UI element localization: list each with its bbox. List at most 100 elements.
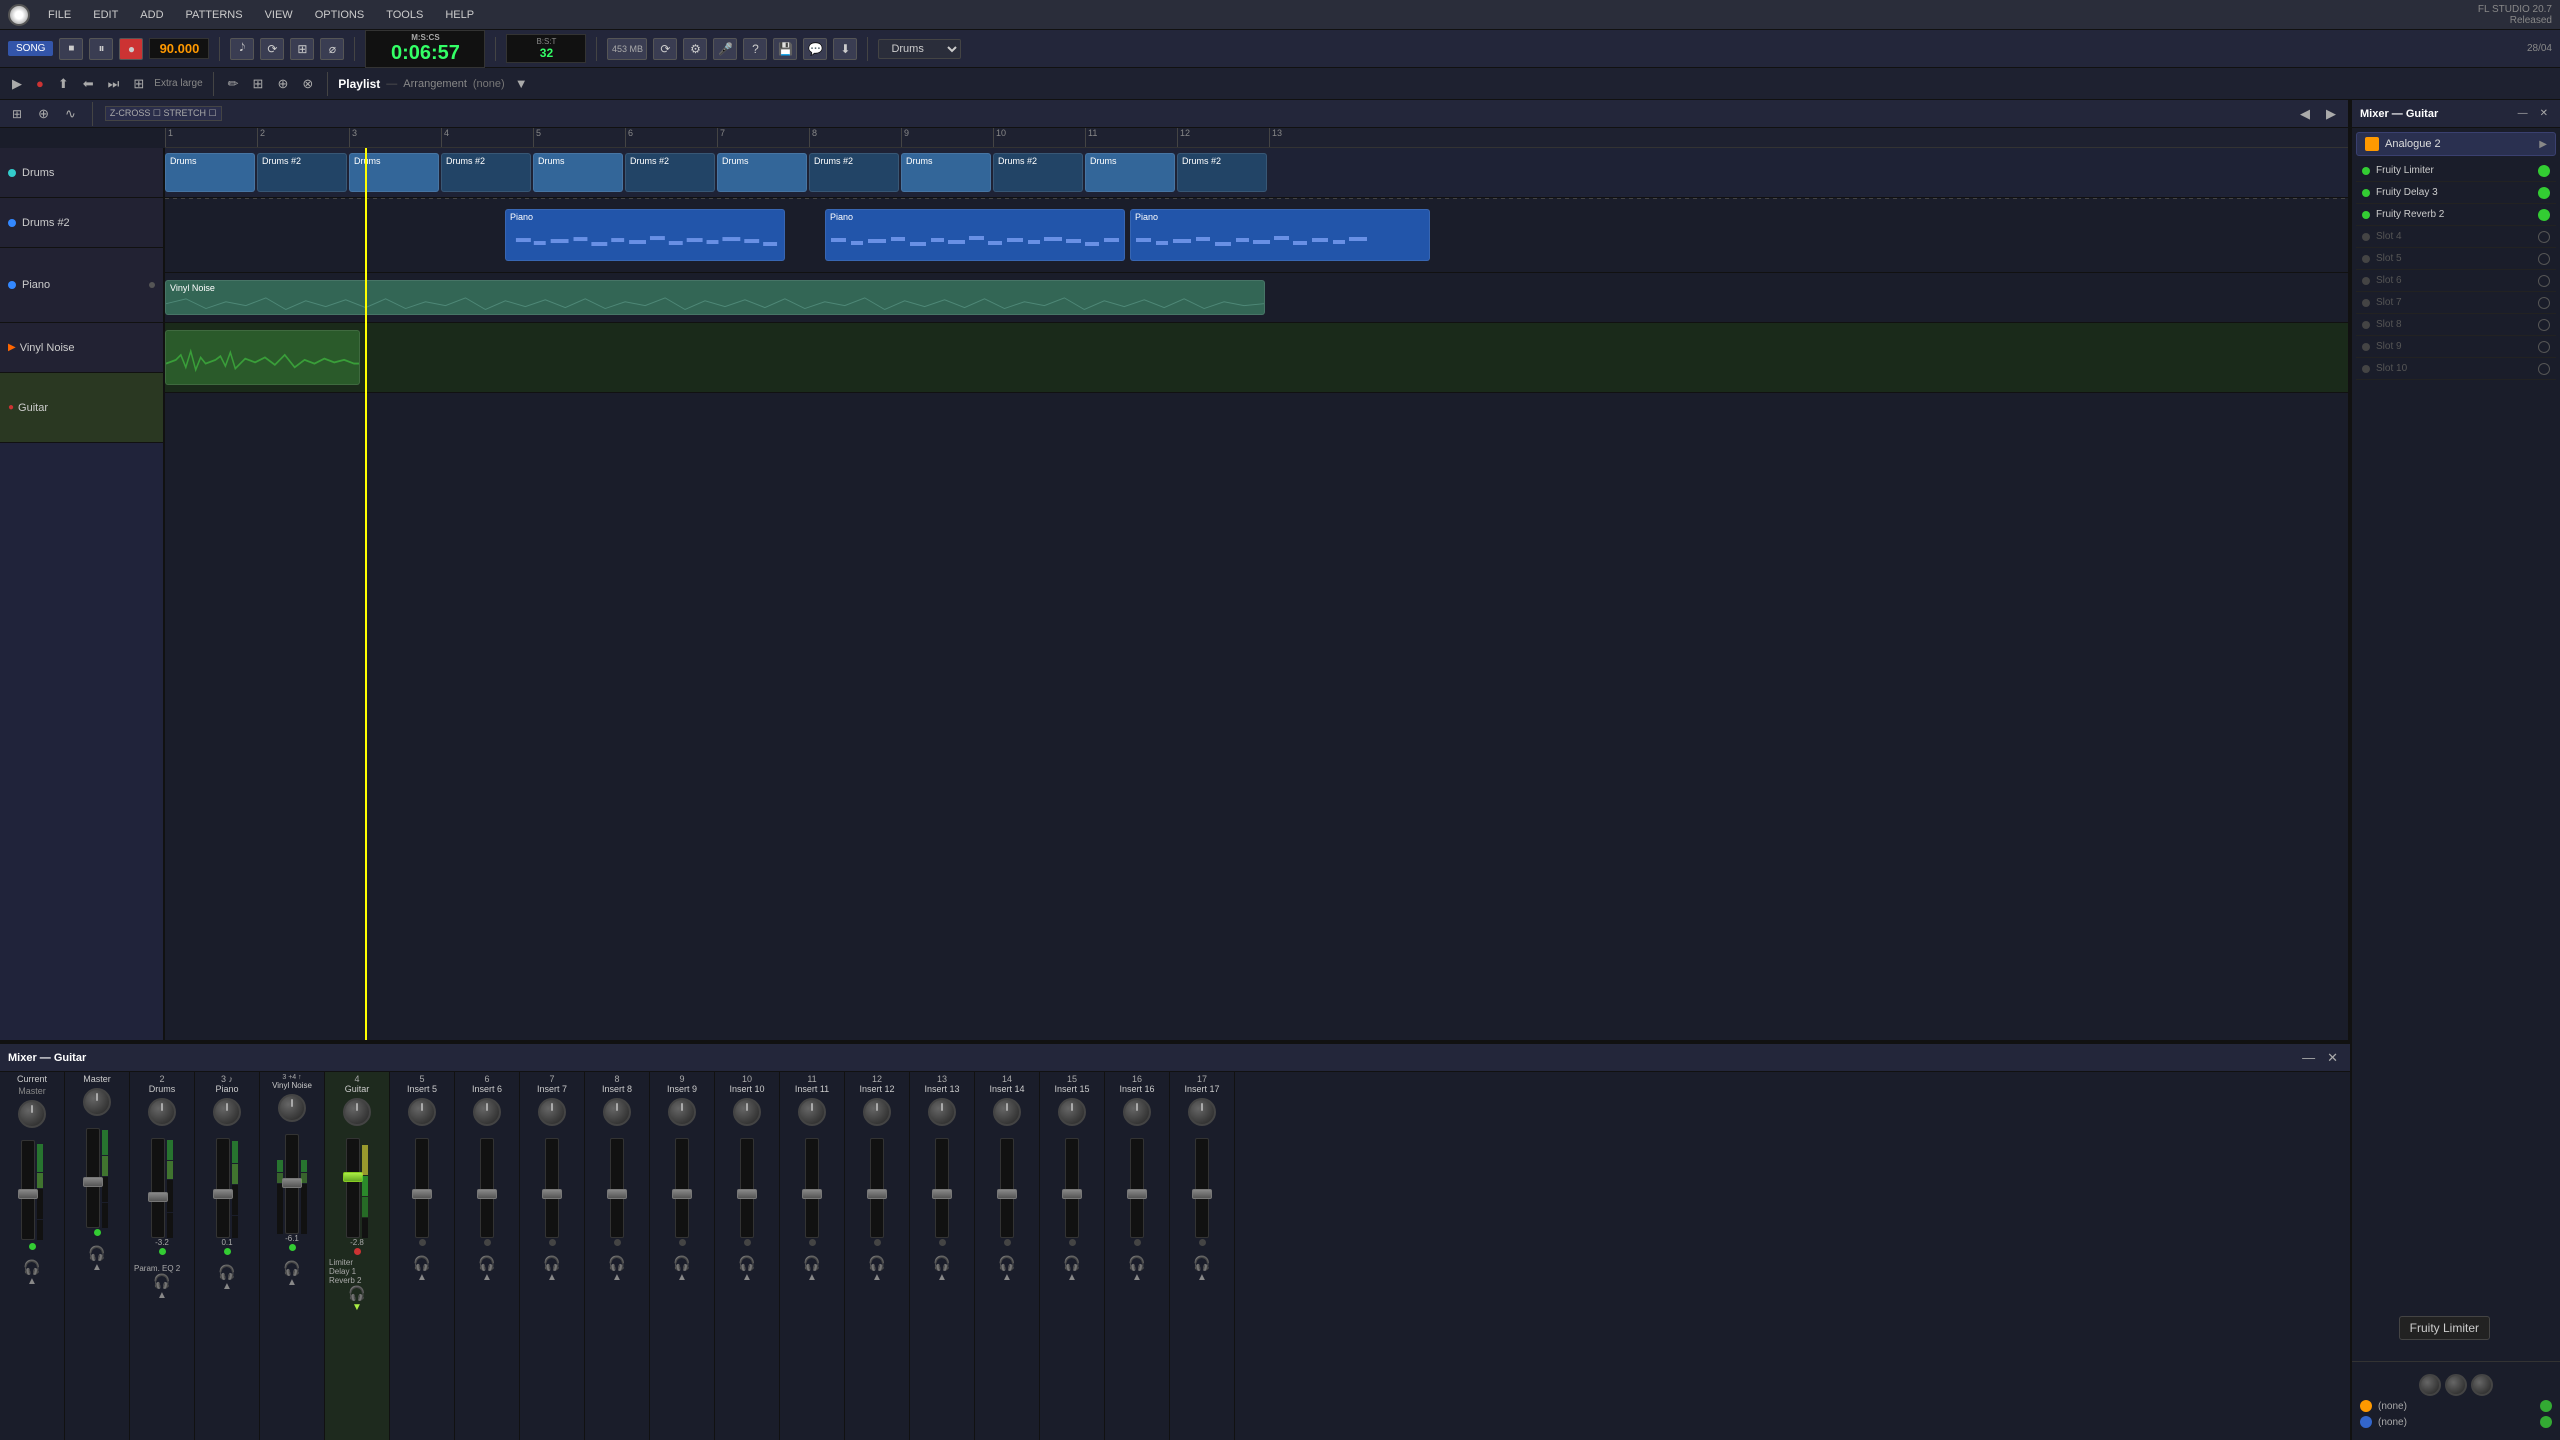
pause-button[interactable]: ⏸	[89, 38, 113, 60]
help-icon[interactable]: ?	[743, 38, 767, 60]
current-fader[interactable]	[18, 1189, 38, 1199]
pattern-drums-11[interactable]: Drums	[1085, 153, 1175, 192]
insert-headphone-16[interactable]: 🎧	[1128, 1255, 1145, 1272]
pattern-piano-1[interactable]: Piano	[505, 209, 785, 261]
insert-pan-knob-12[interactable]	[863, 1098, 891, 1126]
song-mode-button[interactable]: SONG	[8, 41, 53, 56]
pattern-drums-12[interactable]: Drums #2	[1177, 153, 1267, 192]
insert-fader-17[interactable]	[1192, 1189, 1212, 1199]
scale-icon[interactable]: ⊗	[298, 74, 317, 94]
fx-vol-knob-1[interactable]	[2419, 1374, 2441, 1396]
insert-arrow-14[interactable]: ▲	[1002, 1272, 1012, 1283]
scroll-left-icon[interactable]: ◀	[2296, 104, 2314, 124]
current-headphone[interactable]: 🎧	[23, 1259, 40, 1276]
mixer-channel-insert-10[interactable]: 10 Insert 10 🎧	[715, 1072, 780, 1440]
save-icon[interactable]: 💾	[773, 38, 797, 60]
mic-icon[interactable]: 🎤	[713, 38, 737, 60]
insert-arrow-13[interactable]: ▲	[937, 1272, 947, 1283]
insert-arrow-5[interactable]: ▲	[417, 1272, 427, 1283]
download-icon[interactable]: ⬇	[833, 38, 857, 60]
slot-1-enable-btn[interactable]	[2538, 165, 2550, 177]
pattern-drums-3[interactable]: Drums	[349, 153, 439, 192]
insert-headphone-14[interactable]: 🎧	[998, 1255, 1015, 1272]
insert-fader-5[interactable]	[412, 1189, 432, 1199]
fx-instrument-block[interactable]: Analogue 2 ▶	[2356, 132, 2556, 156]
guitar-headphone[interactable]: 🎧	[348, 1285, 365, 1302]
vinyl-fader[interactable]	[282, 1178, 302, 1188]
grid-icon[interactable]: ⊞	[129, 74, 148, 94]
guitar-arrow-down[interactable]: ▼	[352, 1302, 362, 1313]
fx-minimize-btn[interactable]: —	[2514, 106, 2532, 121]
refresh-icon[interactable]: ⟳	[653, 38, 677, 60]
insert-arrow-16[interactable]: ▲	[1132, 1272, 1142, 1283]
menu-add[interactable]: ADD	[136, 7, 167, 23]
insert-fader-15[interactable]	[1062, 1189, 1082, 1199]
pattern-drums-1[interactable]: Drums	[165, 153, 255, 192]
insert-headphone-17[interactable]: 🎧	[1193, 1255, 1210, 1272]
insert-pan-knob-13[interactable]	[928, 1098, 956, 1126]
tempo-tap-icon[interactable]: ⊞	[290, 38, 314, 60]
pattern-drums-2[interactable]: Drums #2	[257, 153, 347, 192]
move-icon-pl[interactable]: ⊕	[34, 104, 53, 124]
mixer-channel-insert-9[interactable]: 9 Insert 9 🎧	[650, 1072, 715, 1440]
insert-headphone-13[interactable]: 🎧	[933, 1255, 950, 1272]
menu-help[interactable]: HELP	[441, 7, 478, 23]
zoom-in-icon[interactable]: ⊞	[8, 105, 26, 123]
mixer-minimize[interactable]: —	[2298, 1048, 2319, 1068]
arrangement-chevron[interactable]: ▼	[511, 74, 532, 93]
output2-btn[interactable]	[2540, 1416, 2552, 1428]
loop-icon[interactable]: ⟳	[260, 38, 284, 60]
guitar-fader[interactable]	[343, 1172, 363, 1182]
mixer-channel-insert-11[interactable]: 11 Insert 11 🎧	[780, 1072, 845, 1440]
drums-fader[interactable]	[148, 1192, 168, 1202]
fx-slot-4[interactable]: Slot 4	[2356, 226, 2556, 248]
track-label-vinyl[interactable]: ▶ Vinyl Noise	[0, 323, 163, 373]
pattern-prev-icon[interactable]: ⬅	[79, 74, 98, 94]
fx-slot-5[interactable]: Slot 5	[2356, 248, 2556, 270]
insert-fader-14[interactable]	[997, 1189, 1017, 1199]
mixer-close[interactable]: ✕	[2323, 1048, 2342, 1068]
insert-arrow-10[interactable]: ▲	[742, 1272, 752, 1283]
stop-button[interactable]: ■	[59, 38, 83, 60]
menu-edit[interactable]: EDIT	[89, 7, 122, 23]
pattern-drums-8[interactable]: Drums #2	[809, 153, 899, 192]
mixer-channel-insert-15[interactable]: 15 Insert 15 🎧	[1040, 1072, 1105, 1440]
drums-headphone[interactable]: 🎧	[153, 1273, 170, 1290]
vinyl-headphone[interactable]: 🎧	[283, 1260, 300, 1277]
insert-headphone-8[interactable]: 🎧	[608, 1255, 625, 1272]
insert-pan-knob-5[interactable]	[408, 1098, 436, 1126]
vinyl-arrow[interactable]: ▲	[287, 1277, 297, 1288]
master-arrow[interactable]: ▲	[92, 1262, 102, 1273]
chat-icon[interactable]: 💬	[803, 38, 827, 60]
current-arrow[interactable]: ▲	[27, 1276, 37, 1287]
slot-10-enable-btn[interactable]	[2538, 363, 2550, 375]
insert-arrow-7[interactable]: ▲	[547, 1272, 557, 1283]
draw-icon[interactable]: ✏	[224, 74, 243, 94]
mixer-channel-vinyl[interactable]: 3 +4 ↑ Vinyl Noise	[260, 1072, 325, 1440]
play-icon[interactable]: ▶	[8, 74, 26, 94]
piano-headphone[interactable]: 🎧	[218, 1264, 235, 1281]
pattern-piano-3[interactable]: Piano	[1130, 209, 1430, 261]
track-label-drums2[interactable]: Drums #2	[0, 198, 163, 248]
mixer-channel-guitar[interactable]: 4 Guitar	[325, 1072, 390, 1440]
insert-headphone-11[interactable]: 🎧	[803, 1255, 820, 1272]
fx-slot-fruity-limiter[interactable]: Fruity Limiter	[2356, 160, 2556, 182]
master-pan-knob[interactable]	[83, 1088, 111, 1116]
piano-arrow[interactable]: ▲	[222, 1281, 232, 1292]
slot-5-enable-btn[interactable]	[2538, 253, 2550, 265]
insert-arrow-8[interactable]: ▲	[612, 1272, 622, 1283]
pattern-next-icon[interactable]: ⏭	[104, 74, 124, 94]
metronome-icon[interactable]: 𝅘𝅥𝅮	[230, 38, 254, 60]
menu-view[interactable]: VIEW	[261, 7, 297, 23]
menu-file[interactable]: FILE	[44, 7, 75, 23]
fx-slot-10[interactable]: Slot 10	[2356, 358, 2556, 380]
insert-headphone-9[interactable]: 🎧	[673, 1255, 690, 1272]
fx-slot-6[interactable]: Slot 6	[2356, 270, 2556, 292]
insert-headphone-10[interactable]: 🎧	[738, 1255, 755, 1272]
menu-options[interactable]: OPTIONS	[311, 7, 369, 23]
insert-pan-knob-8[interactable]	[603, 1098, 631, 1126]
mixer-channel-drums[interactable]: 2 Drums	[130, 1072, 195, 1440]
insert-pan-knob-7[interactable]	[538, 1098, 566, 1126]
insert-pan-knob-10[interactable]	[733, 1098, 761, 1126]
curve-icon[interactable]: ∿	[61, 104, 80, 124]
